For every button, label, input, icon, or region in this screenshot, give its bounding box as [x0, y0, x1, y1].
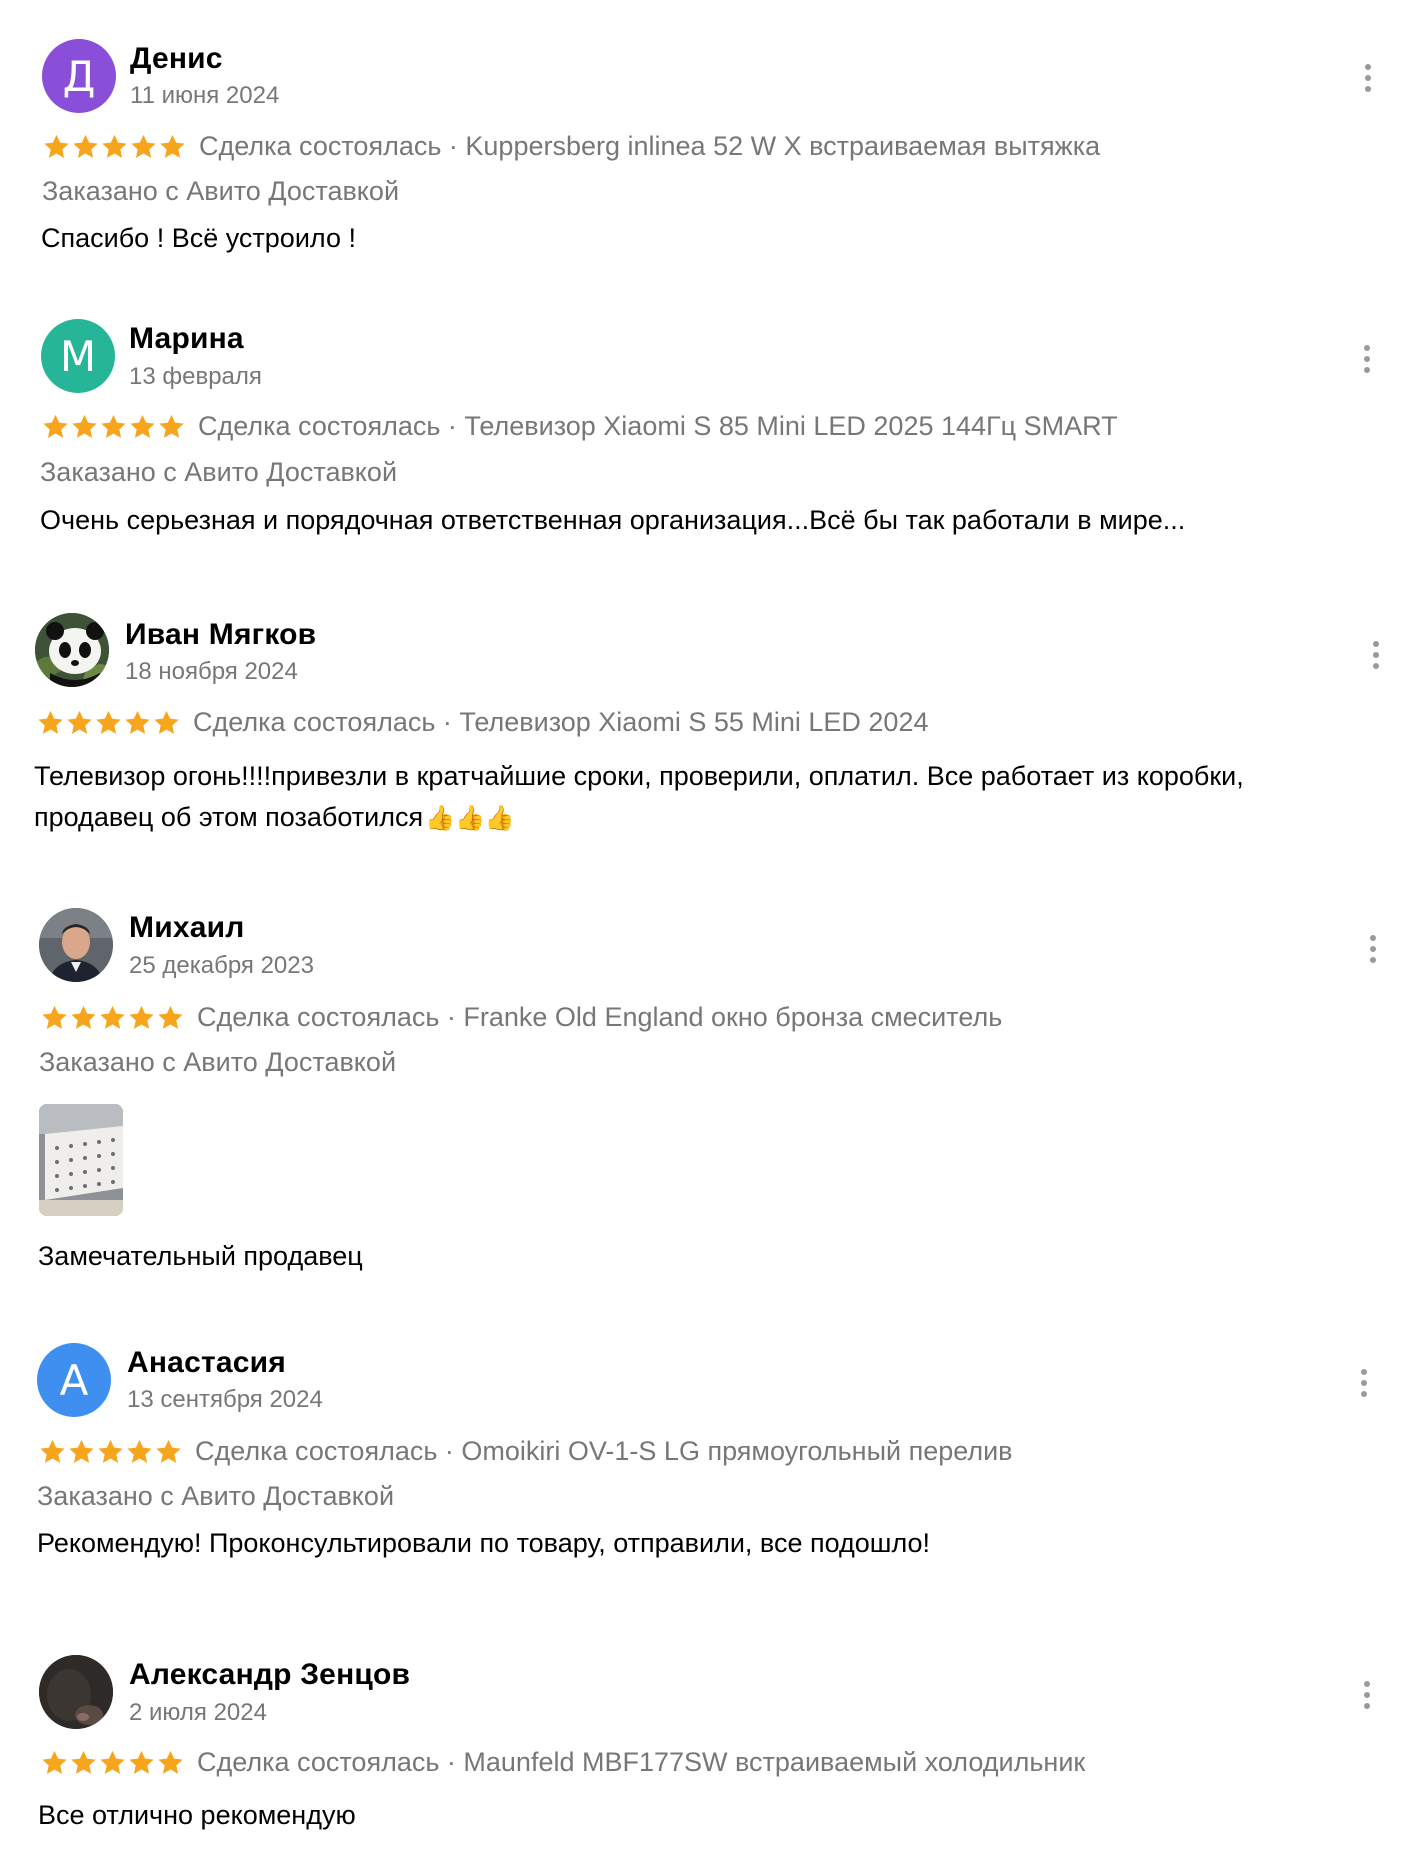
author-name[interactable]: Иван Мягков	[125, 618, 316, 652]
rating-stars	[38, 1438, 183, 1466]
star-icon	[154, 1438, 183, 1466]
more-vertical-icon[interactable]	[1362, 345, 1372, 375]
star-icon	[71, 133, 100, 161]
more-vertical-icon[interactable]	[1362, 1681, 1372, 1711]
rating-stars	[41, 413, 186, 441]
review-text: Спасибо ! Всё устроило !	[41, 223, 356, 253]
star-icon	[152, 709, 181, 737]
avatar-letter: А	[59, 1355, 89, 1405]
thumbs-up-emoji: 👍👍👍	[425, 805, 515, 832]
author-name[interactable]: Михаил	[129, 911, 245, 945]
author-name[interactable]: Александр Зенцов	[129, 1658, 410, 1692]
star-icon	[36, 709, 65, 737]
author-name[interactable]: Анастасия	[127, 1346, 286, 1380]
product-photo	[39, 1104, 123, 1216]
star-icon	[38, 1438, 67, 1466]
author-name[interactable]: Денис	[130, 42, 223, 76]
review-text: Все отлично рекомендую	[38, 1800, 356, 1830]
delivery-label: Заказано с Авито Доставкой	[40, 457, 398, 487]
star-icon	[69, 1749, 98, 1777]
star-icon	[67, 1438, 96, 1466]
star-icon	[96, 1438, 125, 1466]
delivery-label: Заказано с Авито Доставкой	[39, 1047, 397, 1077]
rating-stars	[42, 133, 187, 161]
more-vertical-icon[interactable]	[1359, 1369, 1369, 1399]
star-icon	[99, 413, 128, 441]
review-date: 13 сентября 2024	[127, 1386, 323, 1413]
star-icon	[42, 133, 71, 161]
attached-photo[interactable]	[39, 1104, 123, 1216]
star-icon	[40, 1004, 69, 1032]
review-text-line: Телевизор огонь!!!!привезли в кратчайшие…	[34, 761, 1244, 791]
review-text-line: продавец об этом позаботился👍👍👍	[34, 797, 1394, 839]
star-icon	[158, 133, 187, 161]
avatar[interactable]	[35, 613, 109, 687]
avatar[interactable]: А	[37, 1343, 111, 1417]
star-icon	[157, 413, 186, 441]
star-icon	[156, 1749, 185, 1777]
review-date: 13 февраля	[129, 363, 262, 390]
more-vertical-icon[interactable]	[1371, 641, 1381, 671]
star-icon	[125, 1438, 154, 1466]
rating-stars	[40, 1004, 185, 1032]
avatar-letter: Д	[62, 51, 96, 101]
deal-info[interactable]: Сделка состоялась · Телевизор Xiaomi S 8…	[198, 411, 1118, 442]
rating-line: Сделка состоялась · Franke Old England о…	[40, 1002, 1002, 1033]
star-icon	[129, 133, 158, 161]
panda-photo	[35, 613, 109, 687]
star-icon	[127, 1004, 156, 1032]
star-icon	[40, 1749, 69, 1777]
review-text: Очень серьезная и порядочная ответственн…	[40, 505, 1186, 535]
star-icon	[100, 133, 129, 161]
star-icon	[156, 1004, 185, 1032]
rating-line: Сделка состоялась · Kuppersberg inlinea …	[42, 131, 1100, 162]
review-date: 18 ноября 2024	[125, 658, 298, 685]
dark-photo	[39, 1655, 113, 1729]
star-icon	[65, 709, 94, 737]
deal-info[interactable]: Сделка состоялась · Franke Old England о…	[197, 1002, 1002, 1033]
star-icon	[94, 709, 123, 737]
avatar[interactable]: Д	[42, 39, 116, 113]
more-vertical-icon[interactable]	[1368, 935, 1378, 965]
review-text-line2: продавец об этом позаботился	[34, 802, 424, 832]
rating-line: Сделка состоялась · Телевизор Xiaomi S 8…	[41, 411, 1118, 442]
star-icon	[98, 1004, 127, 1032]
deal-info[interactable]: Сделка состоялась · Omoikiri OV-1-S LG п…	[195, 1436, 1013, 1467]
rating-stars	[36, 709, 181, 737]
rating-line: Сделка состоялась · Телевизор Xiaomi S 5…	[36, 707, 928, 738]
star-icon	[70, 413, 99, 441]
review-date: 11 июня 2024	[130, 82, 280, 109]
delivery-label: Заказано с Авито Доставкой	[42, 176, 400, 206]
man-photo	[39, 908, 113, 982]
star-icon	[128, 413, 157, 441]
review-text: Рекомендую! Проконсультировали по товару…	[37, 1528, 931, 1558]
deal-info[interactable]: Сделка состоялась · Kuppersberg inlinea …	[199, 131, 1100, 162]
deal-info[interactable]: Сделка состоялась · Телевизор Xiaomi S 5…	[193, 707, 928, 738]
rating-stars	[40, 1749, 185, 1777]
review-text: Телевизор огонь!!!!привезли в кратчайшие…	[34, 756, 1394, 839]
avatar[interactable]: М	[41, 319, 115, 393]
star-icon	[98, 1749, 127, 1777]
star-icon	[123, 709, 152, 737]
star-icon	[127, 1749, 156, 1777]
avatar[interactable]	[39, 1655, 113, 1729]
more-vertical-icon[interactable]	[1363, 64, 1373, 94]
avatar-letter: М	[59, 331, 97, 381]
rating-line: Сделка состоялась · Maunfeld MBF177SW вс…	[40, 1747, 1085, 1778]
review-text: Замечательный продавец	[38, 1241, 363, 1271]
rating-line: Сделка состоялась · Omoikiri OV-1-S LG п…	[38, 1436, 1013, 1467]
star-icon	[69, 1004, 98, 1032]
avatar[interactable]	[39, 908, 113, 982]
review-date: 2 июля 2024	[129, 1699, 267, 1726]
author-name[interactable]: Марина	[129, 322, 244, 356]
star-icon	[41, 413, 70, 441]
deal-info[interactable]: Сделка состоялась · Maunfeld MBF177SW вс…	[197, 1747, 1085, 1778]
review-date: 25 декабря 2023	[129, 952, 314, 979]
delivery-label: Заказано с Авито Доставкой	[37, 1481, 395, 1511]
